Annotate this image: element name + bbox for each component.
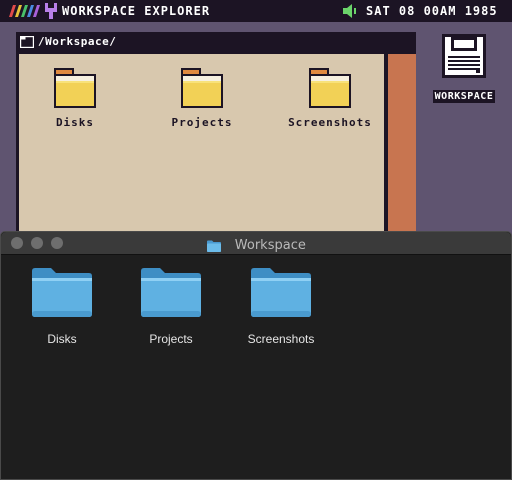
folder-icon bbox=[309, 68, 351, 108]
folder-label: Projects bbox=[171, 116, 233, 129]
finder-folder-disks[interactable]: Disks bbox=[12, 266, 112, 346]
drive-icon bbox=[442, 34, 486, 78]
window-path: /Workspace/ bbox=[38, 35, 117, 48]
clock-text[interactable]: SAT 08 00AM 1985 bbox=[366, 3, 498, 19]
folder-label: Disks bbox=[47, 332, 77, 346]
window-icon bbox=[20, 36, 34, 48]
retro-window-titlebar[interactable]: /Workspace/ bbox=[16, 32, 416, 52]
workspace-drive[interactable]: WORKSPACE bbox=[428, 32, 500, 103]
folder-icon bbox=[32, 268, 92, 317]
folder-label: Screenshots bbox=[247, 332, 315, 346]
retro-workspace-window: /Workspace/ Disks Projects Screenshots bbox=[16, 32, 416, 252]
finder-folder-projects[interactable]: Projects bbox=[121, 266, 221, 346]
folder-icon bbox=[207, 240, 222, 252]
folder-label: Disks bbox=[55, 116, 95, 129]
wrench-icon[interactable] bbox=[44, 3, 58, 19]
retro-window-content: Disks Projects Screenshots bbox=[19, 54, 384, 252]
drive-label: WORKSPACE bbox=[432, 90, 496, 103]
speaker-icon[interactable] bbox=[342, 4, 358, 18]
folder-icon bbox=[141, 268, 201, 317]
finder-folder-screenshots[interactable]: Screenshots bbox=[231, 266, 331, 346]
finder-titlebar[interactable]: Workspace bbox=[1, 232, 511, 255]
folder-icon bbox=[251, 268, 311, 317]
window-title: Workspace bbox=[234, 238, 306, 253]
retro-folder-screenshots[interactable]: Screenshots bbox=[282, 64, 378, 129]
finder-window: Workspace Disks Projects Screenshots bbox=[0, 231, 512, 480]
retro-scrollbar[interactable] bbox=[386, 54, 416, 252]
retro-menubar: WORKSPACE EXPLORER SAT 08 00AM 1985 bbox=[0, 0, 512, 22]
retro-folder-projects[interactable]: Projects bbox=[154, 64, 250, 129]
folder-icon bbox=[54, 68, 96, 108]
folder-label: Projects bbox=[149, 332, 193, 346]
folder-label: Screenshots bbox=[288, 116, 372, 129]
rainbow-stripes-icon bbox=[9, 5, 40, 17]
app-title[interactable]: WORKSPACE EXPLORER bbox=[62, 3, 210, 19]
retro-folder-disks[interactable]: Disks bbox=[27, 64, 123, 129]
folder-icon bbox=[181, 68, 223, 108]
